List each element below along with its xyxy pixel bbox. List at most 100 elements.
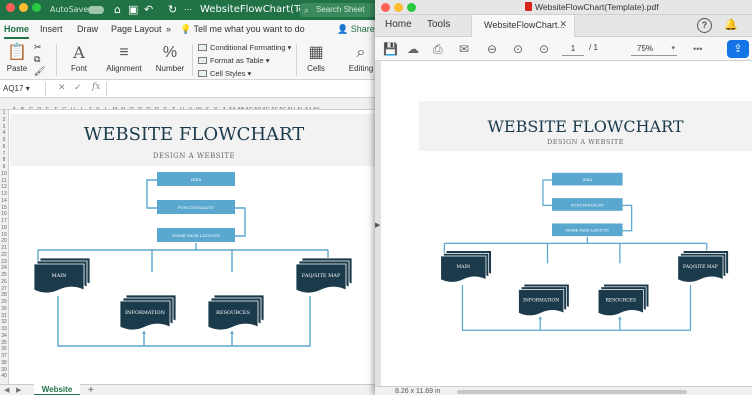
confirm-formula-icon[interactable]: ✓ bbox=[74, 82, 82, 93]
page-number-input[interactable]: 1 bbox=[562, 42, 584, 56]
row-header[interactable]: 26 bbox=[0, 279, 8, 286]
alignment-group-button[interactable]: ≡ Alignment bbox=[104, 42, 144, 73]
worksheet-grid[interactable]: WEBSITE FLOWCHART DESIGN A WEBSITE IDEA F… bbox=[10, 110, 378, 384]
cell-styles-button[interactable]: Cell Styles ▾ bbox=[198, 69, 251, 78]
row-header[interactable]: 36 bbox=[0, 346, 8, 353]
copy-icon[interactable]: ⧉ bbox=[34, 54, 40, 65]
print-icon[interactable]: ⎙ bbox=[433, 42, 443, 56]
tell-me-box[interactable]: 💡 Tell me what you want to do bbox=[180, 24, 305, 35]
expand-pane-icon[interactable]: ▶ bbox=[375, 221, 380, 229]
fx-icon[interactable]: fx bbox=[92, 82, 100, 92]
save-icon[interactable]: ▣ bbox=[128, 2, 138, 18]
upload-cloud-icon[interactable]: ☁ bbox=[407, 42, 419, 56]
row-header[interactable]: 40 bbox=[0, 373, 8, 380]
share-button[interactable]: ⇪ bbox=[727, 40, 749, 58]
row-header[interactable]: 28 bbox=[0, 292, 8, 299]
row-header[interactable]: 27 bbox=[0, 286, 8, 293]
row-header[interactable]: 22 bbox=[0, 252, 8, 259]
row-header[interactable]: 14 bbox=[0, 198, 8, 205]
zoom-window-button[interactable] bbox=[32, 3, 41, 12]
row-header[interactable]: 37 bbox=[0, 353, 8, 360]
name-box[interactable]: AQ17 ▾ bbox=[0, 82, 46, 96]
row-header[interactable]: 23 bbox=[0, 259, 8, 266]
minimize-window-button[interactable] bbox=[394, 3, 403, 12]
horizontal-scrollbar[interactable] bbox=[457, 390, 687, 394]
row-header[interactable]: 5 bbox=[0, 137, 8, 144]
zoom-window-button[interactable] bbox=[407, 3, 416, 12]
row-header[interactable]: 7 bbox=[0, 151, 8, 158]
row-header[interactable]: 9 bbox=[0, 164, 8, 171]
editing-group-button[interactable]: ⌕ Editing bbox=[344, 42, 378, 73]
row-header[interactable]: 34 bbox=[0, 333, 8, 340]
sheet-tab-website[interactable]: Website bbox=[34, 384, 80, 395]
tab-draw[interactable]: Draw bbox=[77, 24, 98, 34]
format-as-table-button[interactable]: Format as Table ▾ bbox=[198, 56, 270, 65]
row-header[interactable]: 12 bbox=[0, 184, 8, 191]
save-icon[interactable]: 💾 bbox=[383, 42, 398, 56]
row-header[interactable]: 10 bbox=[0, 171, 8, 178]
row-header[interactable]: 19 bbox=[0, 232, 8, 239]
tab-insert[interactable]: Insert bbox=[40, 24, 63, 34]
more-tabs-icon[interactable]: » bbox=[166, 24, 171, 34]
email-icon[interactable]: ✉ bbox=[459, 42, 469, 56]
format-painter-icon[interactable]: 🖌 bbox=[34, 66, 45, 77]
formula-input[interactable] bbox=[106, 82, 376, 96]
row-header[interactable]: 18 bbox=[0, 225, 8, 232]
previous-page-icon[interactable]: ⊙ bbox=[513, 42, 523, 56]
add-sheet-button[interactable]: + bbox=[88, 385, 94, 395]
row-header[interactable]: 3 bbox=[0, 124, 8, 131]
paste-button[interactable]: 📋 Paste bbox=[4, 42, 30, 73]
more-tools-icon[interactable]: ••• bbox=[693, 42, 702, 56]
row-header[interactable]: 4 bbox=[0, 130, 8, 137]
font-group-button[interactable]: A Font bbox=[64, 42, 94, 73]
row-header[interactable]: 1 bbox=[0, 110, 8, 117]
row-header[interactable]: 6 bbox=[0, 144, 8, 151]
row-header[interactable]: 39 bbox=[0, 367, 8, 374]
conditional-formatting-button[interactable]: Conditional Formatting ▾ bbox=[198, 43, 291, 52]
bell-icon[interactable]: 🔔 bbox=[724, 18, 738, 31]
tab-page-layout[interactable]: Page Layout bbox=[111, 24, 162, 34]
row-header[interactable]: 17 bbox=[0, 218, 8, 225]
row-header[interactable]: 24 bbox=[0, 265, 8, 272]
close-tab-icon[interactable]: ✕ bbox=[559, 19, 567, 30]
help-icon[interactable]: ? bbox=[697, 18, 712, 33]
share-button[interactable]: 👤 Share bbox=[337, 24, 375, 35]
row-header[interactable]: 8 bbox=[0, 157, 8, 164]
next-page-icon[interactable]: ⊙ bbox=[539, 42, 549, 56]
cells-group-button[interactable]: ▦ Cells bbox=[302, 42, 330, 73]
close-window-button[interactable] bbox=[381, 3, 390, 12]
minimize-window-button[interactable] bbox=[19, 3, 28, 12]
tab-document[interactable]: WebsiteFlowChart... ✕ bbox=[471, 15, 575, 37]
tab-tools[interactable]: Tools bbox=[427, 19, 450, 30]
row-header[interactable]: 2 bbox=[0, 117, 8, 124]
pdf-viewer[interactable]: ▶ WEBSITE FLOWCHART DESIGN A WEBSITE IDE… bbox=[375, 61, 752, 395]
row-header[interactable]: 35 bbox=[0, 340, 8, 347]
number-group-button[interactable]: % Number bbox=[152, 42, 188, 73]
row-header[interactable]: 25 bbox=[0, 272, 8, 279]
prev-sheet-icon[interactable]: ◀ bbox=[4, 385, 9, 395]
more-icon[interactable]: ⋯ bbox=[184, 2, 192, 18]
row-header[interactable]: 13 bbox=[0, 191, 8, 198]
row-header[interactable]: 38 bbox=[0, 360, 8, 367]
autosave-toggle[interactable] bbox=[88, 6, 104, 14]
cancel-formula-icon[interactable]: ✕ bbox=[58, 82, 66, 93]
row-header[interactable]: 20 bbox=[0, 238, 8, 245]
row-header[interactable]: 21 bbox=[0, 245, 8, 252]
row-header[interactable]: 30 bbox=[0, 306, 8, 313]
close-window-button[interactable] bbox=[6, 3, 15, 12]
row-header[interactable]: 16 bbox=[0, 211, 8, 218]
row-header[interactable]: 31 bbox=[0, 313, 8, 320]
row-header[interactable]: 15 bbox=[0, 205, 8, 212]
redo-icon[interactable]: ↻ bbox=[168, 2, 177, 18]
zoom-select[interactable]: 75% bbox=[631, 42, 677, 56]
zoom-out-icon[interactable]: ⊖ bbox=[487, 42, 497, 56]
row-header[interactable]: 11 bbox=[0, 178, 8, 185]
tab-home[interactable]: Home bbox=[4, 24, 30, 39]
home-icon[interactable]: ⌂ bbox=[114, 2, 121, 18]
tab-home[interactable]: Home bbox=[385, 19, 412, 30]
cut-icon[interactable]: ✂ bbox=[34, 42, 42, 53]
next-sheet-icon[interactable]: ▶ bbox=[16, 385, 21, 395]
row-header[interactable]: 29 bbox=[0, 299, 8, 306]
undo-icon[interactable]: ↶ bbox=[144, 2, 153, 18]
search-sheet-input[interactable]: ⌕ Search Sheet bbox=[300, 3, 378, 17]
